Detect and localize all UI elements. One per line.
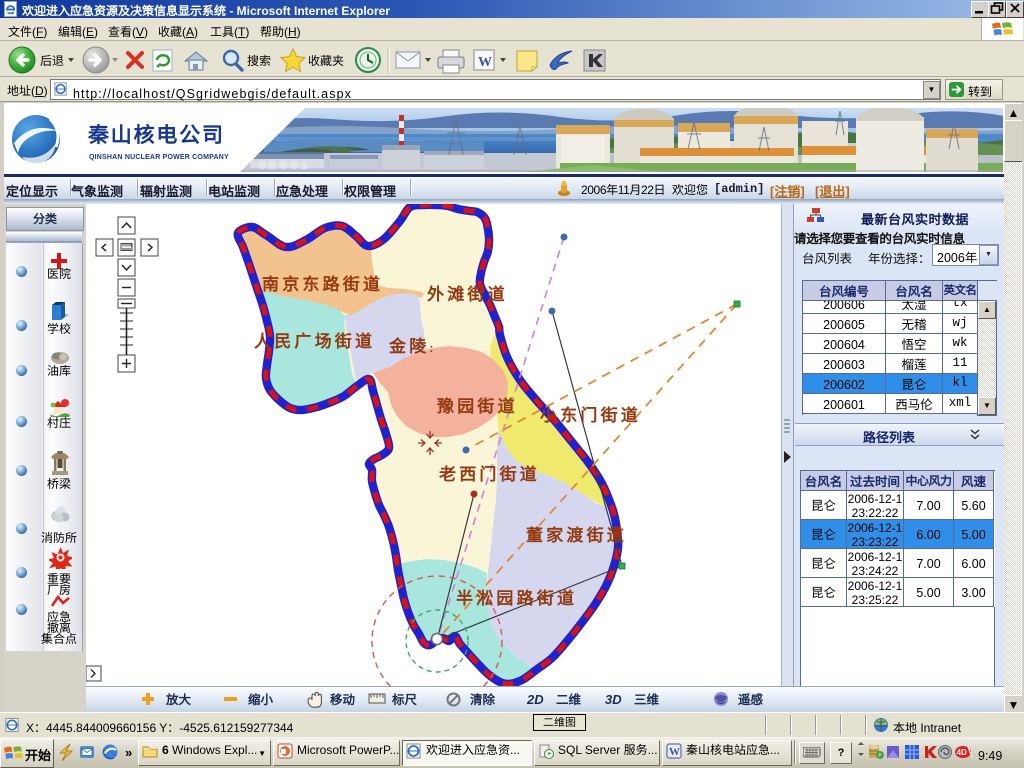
svg-text:W: W bbox=[478, 55, 492, 70]
svg-text:移动: 移动 bbox=[330, 689, 356, 708]
svg-text:搜索: 搜索 bbox=[247, 52, 271, 69]
svg-text:二维: 二维 bbox=[556, 689, 582, 708]
svg-text:遥感: 遥感 bbox=[738, 689, 764, 708]
svg-text:金陵:: 金陵: bbox=[388, 332, 437, 357]
svg-text:半淞园路街道: 半淞园路街道 bbox=[456, 584, 577, 609]
svg-text:豫园街道: 豫园街道 bbox=[437, 392, 518, 417]
svg-text:QINSHAN NUCLEAR POWER COMPANY: QINSHAN NUCLEAR POWER COMPANY bbox=[89, 154, 229, 161]
svg-text:清除: 清除 bbox=[470, 689, 496, 708]
svg-text:标尺: 标尺 bbox=[391, 689, 418, 708]
svg-text:后退: 后退 bbox=[40, 52, 64, 69]
svg-text:三维: 三维 bbox=[634, 689, 660, 708]
svg-text:3D: 3D bbox=[605, 692, 622, 707]
svg-text:W: W bbox=[669, 746, 680, 758]
svg-text:南京东路街道: 南京东路街道 bbox=[262, 270, 383, 295]
svg-text:缩小: 缩小 bbox=[248, 689, 274, 708]
svg-text:2D: 2D bbox=[526, 692, 544, 707]
svg-text:小东门街道: 小东门街道 bbox=[539, 401, 641, 426]
svg-text:秦山核电公司: 秦山核电公司 bbox=[87, 119, 225, 149]
svg-text:4D: 4D bbox=[957, 748, 967, 757]
svg-text:人民广场街道: 人民广场街道 bbox=[254, 327, 375, 352]
svg-text:放大: 放大 bbox=[165, 689, 192, 708]
svg-text:外滩街道: 外滩街道 bbox=[426, 280, 508, 305]
svg-text:收藏夹: 收藏夹 bbox=[308, 52, 344, 69]
svg-text:老西门街道: 老西门街道 bbox=[438, 460, 540, 485]
svg-text:董家渡街道: 董家渡街道 bbox=[526, 521, 627, 546]
